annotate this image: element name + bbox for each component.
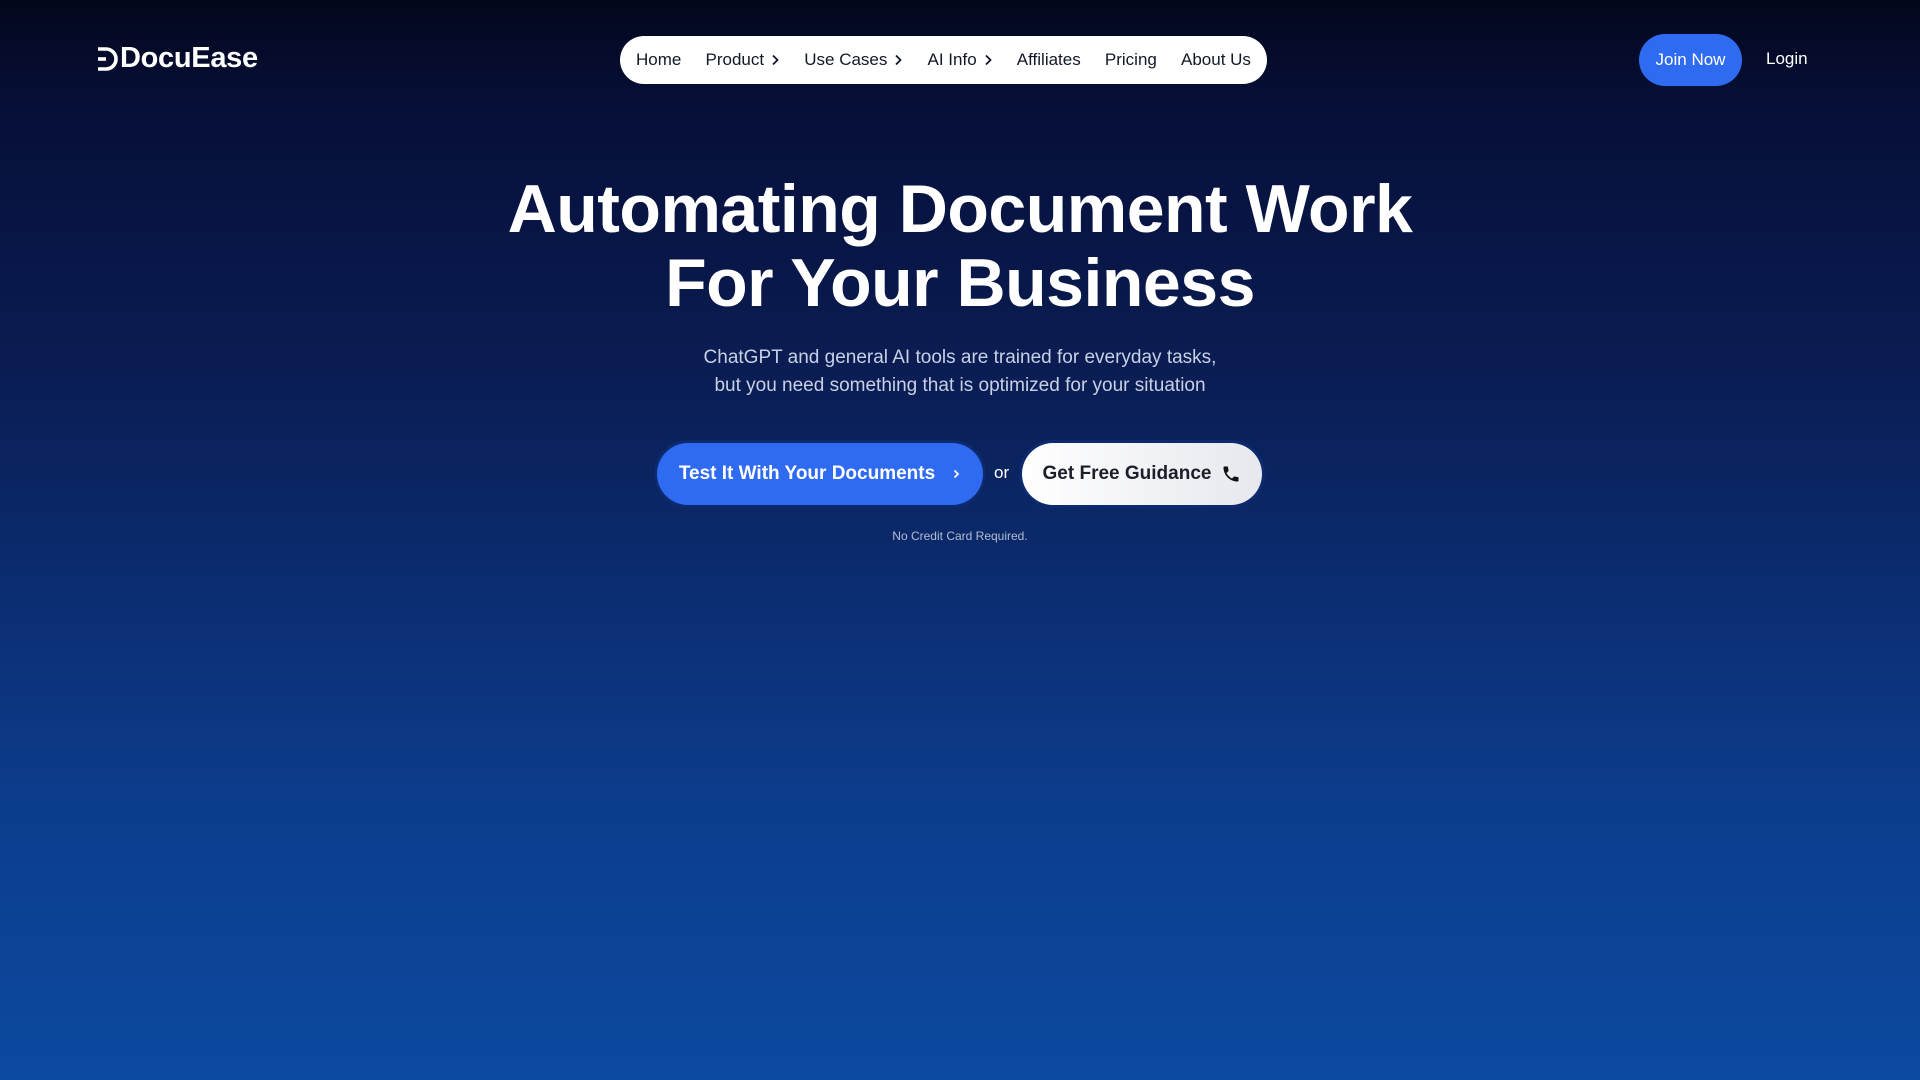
nav-item-label: Affiliates bbox=[1016, 50, 1081, 69]
test-documents-button[interactable]: Test It With Your Documents bbox=[657, 443, 983, 505]
free-guidance-button[interactable]: Get Free Guidance bbox=[1022, 443, 1262, 505]
nav-item-label: About Us bbox=[1181, 50, 1251, 69]
nav-item-home[interactable]: Home bbox=[636, 50, 681, 70]
nav-item-label: Use Cases bbox=[804, 50, 888, 69]
nav-item-label: Pricing bbox=[1104, 50, 1157, 69]
hero-title-line-1: Automating Document Work bbox=[507, 171, 1413, 247]
free-guidance-label: Get Free Guidance bbox=[1042, 463, 1212, 484]
nav-item-label: AI Info bbox=[927, 50, 977, 69]
or-separator: or bbox=[994, 463, 1010, 482]
nav-item-pricing[interactable]: Pricing bbox=[1105, 50, 1157, 70]
join-now-button[interactable]: Join Now bbox=[1639, 34, 1742, 86]
nav-item-affiliates[interactable]: Affiliates bbox=[1017, 50, 1081, 70]
hero-title-line-2: For Your Business bbox=[665, 245, 1255, 321]
chevron-right-icon bbox=[893, 54, 903, 66]
chevron-right-icon bbox=[770, 54, 780, 66]
logo-mark-icon bbox=[96, 46, 118, 71]
hero-subtitle-line-2: but you need something that is optimized… bbox=[714, 375, 1206, 396]
hero-subtitle: ChatGPT and general AI tools are trained… bbox=[0, 344, 1920, 400]
brand-logo[interactable]: DocuEase bbox=[96, 42, 258, 75]
nav-item-product[interactable]: Product bbox=[706, 50, 781, 70]
chevron-right-icon bbox=[983, 54, 993, 66]
nav-item-use-cases[interactable]: Use Cases bbox=[804, 50, 903, 70]
hero-title: Automating Document Work For Your Busine… bbox=[0, 172, 1920, 320]
main-nav: Home Product Use Cases AI Info Affiliate… bbox=[620, 36, 1267, 84]
login-link[interactable]: Login bbox=[1766, 49, 1808, 69]
no-credit-card-note: No Credit Card Required. bbox=[892, 529, 1028, 543]
brand-name: DocuEase bbox=[120, 42, 258, 74]
nav-item-ai-info[interactable]: AI Info bbox=[928, 50, 993, 70]
nav-item-about-us[interactable]: About Us bbox=[1181, 50, 1251, 70]
test-documents-label: Test It With Your Documents bbox=[678, 463, 936, 484]
chevron-right-icon bbox=[951, 468, 961, 480]
hero-subtitle-line-1: ChatGPT and general AI tools are trained… bbox=[703, 347, 1217, 368]
nav-item-label: Product bbox=[705, 50, 765, 69]
phone-icon bbox=[1221, 464, 1241, 484]
nav-item-label: Home bbox=[636, 50, 682, 69]
